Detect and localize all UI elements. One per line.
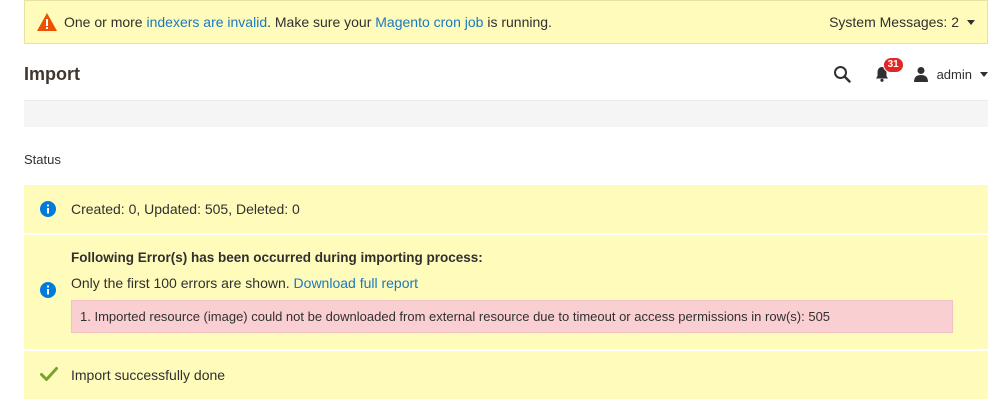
errors-title: Following Error(s) has been occurred dur… <box>71 250 483 265</box>
system-message-text: One or more indexers are invalid. Make s… <box>64 14 552 30</box>
info-icon <box>40 201 56 220</box>
info-icon <box>40 282 56 301</box>
user-name: admin <box>936 66 972 82</box>
page-actions-bar <box>24 100 988 127</box>
search-icon <box>833 66 851 83</box>
user-icon <box>913 67 928 82</box>
system-messages-toggle[interactable]: System Messages: 2 <box>829 14 975 30</box>
error-list-item: 1. Imported resource (image) could not b… <box>71 300 953 333</box>
cron-job-link[interactable]: Magento cron job <box>375 14 483 30</box>
import-summary-message: Created: 0, Updated: 505, Deleted: 0 <box>24 185 988 233</box>
page-header: Import 31 admin <box>24 52 988 96</box>
success-text: Import successfully done <box>71 367 226 383</box>
status-heading: Status <box>24 152 61 167</box>
notifications-badge: 31 <box>882 57 904 73</box>
download-full-report-link[interactable]: Download full report <box>294 275 419 291</box>
system-messages-count: System Messages: 2 <box>829 14 959 30</box>
chevron-down-icon <box>967 19 975 25</box>
system-messages-bar: One or more indexers are invalid. Make s… <box>24 0 988 44</box>
user-menu-toggle[interactable]: admin <box>913 66 988 82</box>
summary-text: Created: 0, Updated: 505, Deleted: 0 <box>71 201 300 217</box>
chevron-down-icon <box>980 71 988 77</box>
page-title: Import <box>24 63 80 84</box>
notifications-button[interactable]: 31 <box>873 57 904 83</box>
warning-icon <box>36 12 58 32</box>
search-button[interactable] <box>833 65 851 83</box>
errors-note: Only the first 100 errors are shown. Dow… <box>71 275 419 291</box>
checkmark-icon <box>40 366 58 385</box>
indexers-invalid-link[interactable]: indexers are invalid <box>146 14 267 30</box>
import-success-message: Import successfully done <box>24 351 988 399</box>
import-errors-message: Following Error(s) has been occurred dur… <box>24 235 988 349</box>
